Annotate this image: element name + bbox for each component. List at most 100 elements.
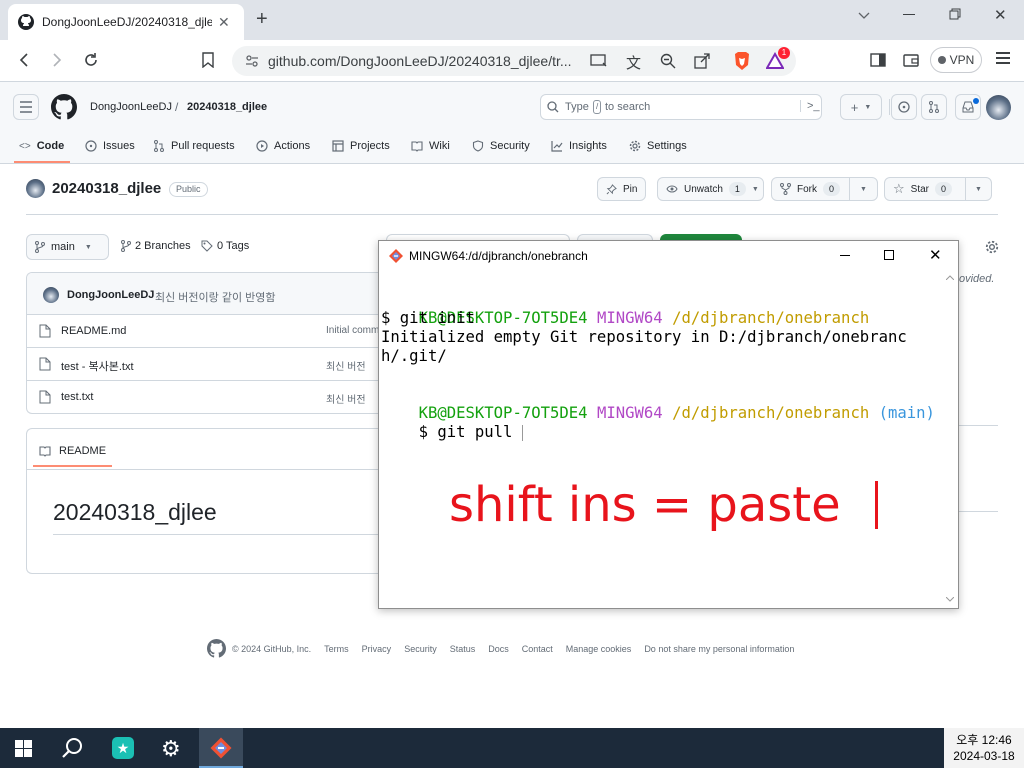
- browser-menu-icon[interactable]: [996, 52, 1010, 64]
- close-window-button[interactable]: ✕: [994, 6, 1007, 24]
- repo-settings-gear-icon[interactable]: [985, 240, 999, 254]
- github-footer-logo-icon[interactable]: [207, 639, 226, 658]
- reload-icon[interactable]: [79, 48, 103, 72]
- branch-name: main: [51, 241, 75, 253]
- breadcrumb-owner[interactable]: DongJoonLeeDJ: [90, 101, 172, 113]
- footer-link-status[interactable]: Status: [450, 644, 476, 654]
- issues-shortcut-button[interactable]: [891, 94, 917, 120]
- star-app-icon[interactable]: ★: [112, 737, 134, 759]
- terminal-maximize-button[interactable]: [884, 250, 894, 260]
- commit-author-avatar[interactable]: [43, 287, 59, 303]
- git-bash-icon: [209, 736, 233, 760]
- install-app-icon[interactable]: [590, 53, 608, 69]
- tab-settings[interactable]: Settings: [629, 138, 687, 154]
- gear-icon: [629, 140, 641, 152]
- terminal-window[interactable]: MINGW64:/d/djbranch/onebranch ✕ KB@DESKT…: [378, 240, 959, 609]
- tab-pull-requests[interactable]: Pull requests: [153, 138, 235, 154]
- search-placeholder-suffix: to search: [605, 101, 651, 113]
- browser-tab[interactable]: DongJoonLeeDJ/20240318_djlee ✕: [8, 4, 244, 40]
- system-clock[interactable]: 오후 12:46 2024-03-18: [944, 728, 1024, 768]
- footer-link-contact[interactable]: Contact: [522, 644, 553, 654]
- branches-link[interactable]: 2 Branches: [121, 240, 191, 252]
- prompt-path: /d/djbranch/onebranch: [672, 309, 870, 327]
- vpn-button[interactable]: VPN: [930, 47, 982, 73]
- tab-actions[interactable]: Actions: [256, 138, 310, 154]
- pin-button[interactable]: Pin: [597, 177, 647, 201]
- user-avatar[interactable]: [986, 95, 1011, 120]
- github-logo-icon[interactable]: [51, 94, 77, 120]
- minimize-window-button[interactable]: [903, 14, 915, 15]
- bookmark-icon[interactable]: [196, 48, 220, 72]
- close-tab-icon[interactable]: ✕: [218, 14, 230, 31]
- footer-link-docs[interactable]: Docs: [488, 644, 509, 654]
- fork-dropdown-button[interactable]: ▼: [849, 177, 878, 201]
- terminal-minimize-button[interactable]: [840, 255, 850, 256]
- terminal-command-line[interactable]: $ git pull: [381, 404, 524, 461]
- site-settings-icon[interactable]: [244, 53, 260, 69]
- tags-link[interactable]: 0 Tags: [201, 240, 249, 252]
- url-text[interactable]: github.com/DongJoonLeeDJ/20240318_djlee/…: [268, 53, 580, 69]
- settings-gear-icon[interactable]: ⚙: [161, 736, 181, 762]
- file-row[interactable]: README.md Initial comm: [27, 315, 386, 348]
- pull-requests-shortcut-button[interactable]: [921, 94, 947, 120]
- readme-tab-divider: [27, 469, 387, 470]
- new-tab-button[interactable]: +: [256, 8, 268, 31]
- file-commit-message[interactable]: Initial comm: [326, 325, 379, 336]
- footer-link-manage-cookies[interactable]: Manage cookies: [566, 644, 632, 654]
- global-menu-button[interactable]: [13, 94, 39, 120]
- star-button[interactable]: ☆ Star 0: [884, 177, 966, 201]
- breadcrumb-repo[interactable]: 20240318_djlee: [187, 101, 267, 113]
- brave-shield-icon[interactable]: [733, 51, 751, 71]
- git-bash-taskbar-button[interactable]: [199, 728, 243, 768]
- tab-issues[interactable]: Issues: [85, 138, 135, 154]
- tab-search-chevron-icon[interactable]: [857, 8, 871, 22]
- branch-selector[interactable]: main ▼: [26, 234, 109, 260]
- tab-security[interactable]: Security: [472, 138, 530, 154]
- file-name[interactable]: README.md: [61, 325, 126, 337]
- readme-tab[interactable]: README: [33, 437, 113, 467]
- terminal-scrollbar[interactable]: [942, 271, 958, 608]
- footer-link-terms[interactable]: Terms: [324, 644, 349, 654]
- tab-code[interactable]: <> Code: [19, 138, 64, 154]
- wallet-icon[interactable]: [899, 48, 923, 72]
- watch-button[interactable]: Unwatch 1 ▼: [657, 177, 764, 201]
- back-arrow-icon[interactable]: [12, 48, 36, 72]
- scroll-down-arrow-icon[interactable]: [946, 597, 954, 602]
- file-row[interactable]: test - 복사본.txt 최신 버전: [27, 348, 386, 381]
- footer-link-privacy[interactable]: Privacy: [362, 644, 392, 654]
- tab-insights[interactable]: Insights: [551, 138, 607, 154]
- file-commit-message[interactable]: 최신 버전: [326, 391, 366, 406]
- share-icon[interactable]: [694, 53, 710, 69]
- inbox-button[interactable]: [955, 94, 981, 120]
- file-commit-message[interactable]: 최신 버전: [326, 358, 366, 373]
- tab-actions-label: Actions: [274, 140, 311, 152]
- address-bar[interactable]: github.com/DongJoonLeeDJ/20240318_djlee/…: [232, 46, 796, 76]
- windows-start-icon[interactable]: [15, 740, 32, 757]
- tab-projects[interactable]: Projects: [332, 138, 390, 154]
- translate-icon[interactable]: 文: [626, 52, 641, 73]
- terminal-titlebar[interactable]: MINGW64:/d/djbranch/onebranch ✕: [379, 241, 958, 271]
- forward-arrow-icon[interactable]: [45, 48, 69, 72]
- repo-title[interactable]: 20240318_djlee: [52, 180, 161, 197]
- footer-link-security[interactable]: Security: [404, 644, 437, 654]
- zoom-icon[interactable]: [660, 53, 676, 69]
- star-dropdown-button[interactable]: ▼: [965, 177, 992, 201]
- chevron-down-icon: ▼: [975, 185, 982, 193]
- footer-link-do-not-share[interactable]: Do not share my personal information: [644, 644, 794, 654]
- commit-message[interactable]: 최신 버전이랑 같이 반영함: [155, 289, 276, 305]
- command-palette-icon[interactable]: >_: [800, 100, 820, 112]
- search-icon[interactable]: [61, 737, 83, 759]
- restore-window-button[interactable]: [949, 8, 961, 20]
- file-row[interactable]: test.txt 최신 버전: [27, 381, 386, 413]
- file-name[interactable]: test - 복사본.txt: [61, 358, 134, 374]
- terminal-close-button[interactable]: ✕: [929, 246, 942, 264]
- file-name[interactable]: test.txt: [61, 391, 93, 403]
- scroll-up-arrow-icon[interactable]: [946, 275, 954, 280]
- fork-button[interactable]: Fork 0: [771, 177, 850, 201]
- commit-author[interactable]: DongJoonLeeDJ: [67, 289, 154, 301]
- create-new-button[interactable]: + ▼: [840, 94, 882, 120]
- search-input[interactable]: Type / to search >_: [540, 94, 822, 120]
- sidebar-toggle-icon[interactable]: [866, 48, 890, 72]
- repo-owner-avatar[interactable]: [26, 179, 45, 198]
- tab-wiki[interactable]: Wiki: [411, 138, 450, 154]
